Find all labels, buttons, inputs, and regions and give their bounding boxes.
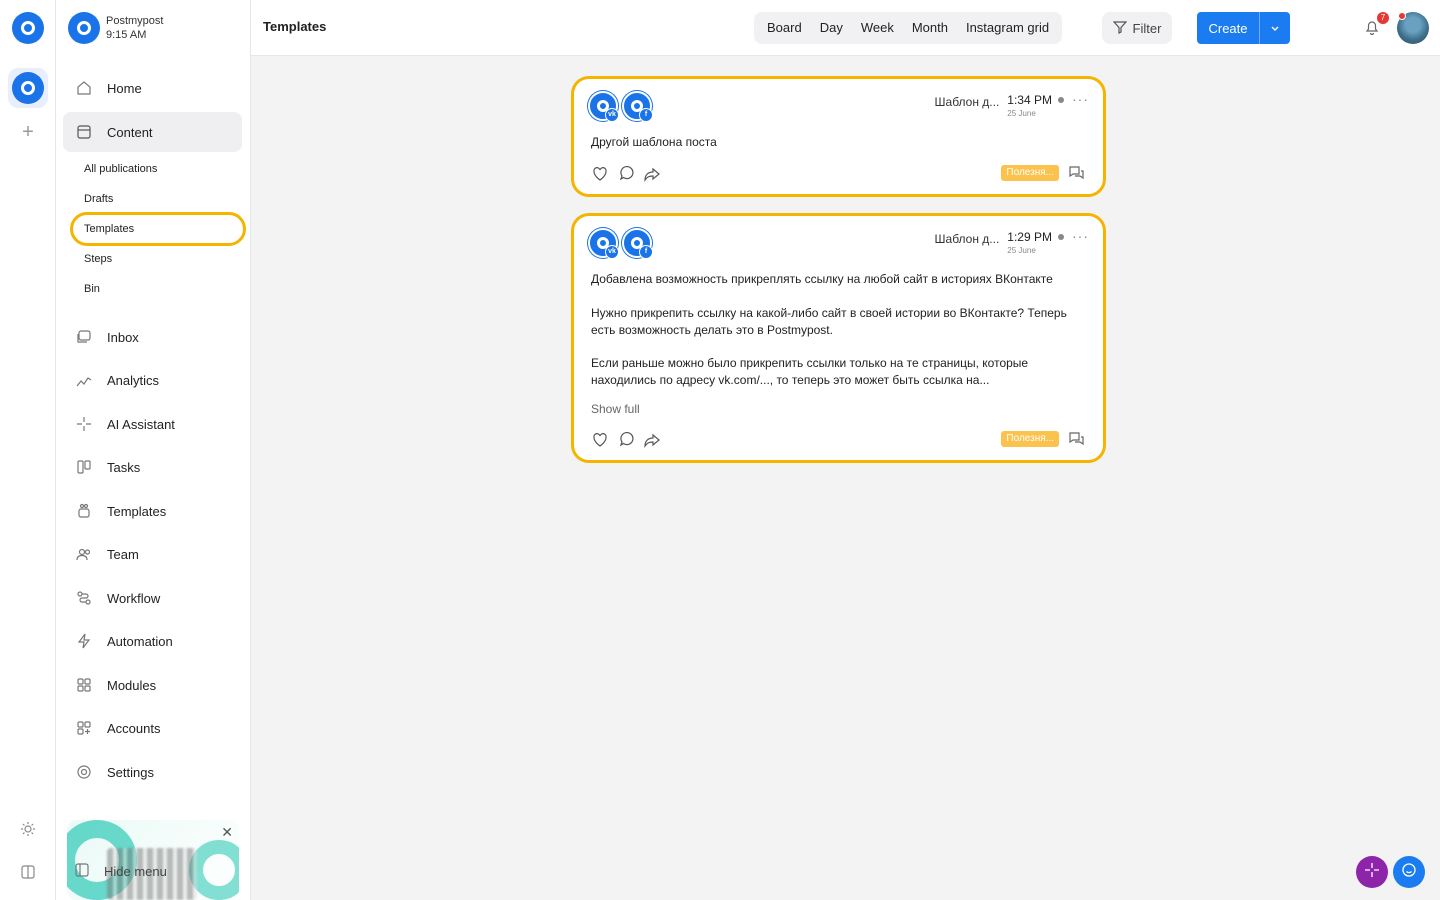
sparkle-icon	[75, 415, 93, 433]
workspace-header[interactable]: Postmypost 9:15 AM	[68, 12, 163, 44]
facebook-icon: f	[639, 108, 653, 122]
page-title: Templates	[263, 19, 327, 34]
sparkle-icon	[1364, 862, 1380, 883]
workspace-name: Postmypost	[106, 15, 164, 27]
theme-sun-icon[interactable]	[18, 819, 38, 839]
notification-badge: 7	[1377, 12, 1389, 24]
chevron-down-icon[interactable]	[1260, 23, 1290, 33]
accounts-icon	[75, 719, 93, 737]
filter-button[interactable]: Filter	[1102, 12, 1172, 44]
top-bar: Templates Board Day Week Month Instagram…	[251, 0, 1440, 56]
tab-month[interactable]: Month	[903, 12, 957, 44]
comments-icon[interactable]	[1069, 431, 1085, 447]
sub-item-bin[interactable]: Bin	[84, 281, 100, 297]
sidebar-item-settings[interactable]: Settings	[63, 752, 242, 792]
status-dot	[1058, 234, 1064, 240]
template-card[interactable]: vk f Шаблон д... 1:34 PM 25 June ··· Дру…	[571, 76, 1106, 197]
content-icon	[75, 123, 93, 141]
templates-icon	[75, 502, 93, 520]
promo-banner: ✕	[67, 820, 239, 900]
analytics-icon	[75, 371, 93, 389]
close-icon[interactable]: ✕	[221, 824, 233, 841]
sidebar-item-modules[interactable]: Modules	[63, 665, 242, 705]
account-avatar-vk: vk	[588, 228, 619, 259]
sidebar-item-content[interactable]: Content	[63, 112, 242, 152]
tab-board[interactable]: Board	[758, 12, 811, 44]
tab-week[interactable]: Week	[852, 12, 903, 44]
sidebar-item-tasks[interactable]: Tasks	[63, 447, 242, 487]
comment-icon[interactable]	[618, 166, 634, 182]
sub-item-templates[interactable]: Templates	[84, 221, 134, 237]
post-date: 25 June	[1007, 246, 1036, 255]
post-text-paragraph: Добавлена возможность прикреплять ссылку…	[591, 272, 1053, 286]
share-icon[interactable]	[644, 432, 660, 448]
show-full-link[interactable]: Show full	[591, 402, 640, 416]
hide-menu-button[interactable]: Hide menu	[74, 862, 167, 881]
inbox-icon	[75, 328, 93, 346]
sub-item-steps[interactable]: Steps	[84, 251, 112, 267]
add-workspace-icon[interactable]: +	[18, 120, 38, 144]
workspace-time: 9:15 AM	[106, 29, 147, 41]
post-date: 25 June	[1007, 109, 1036, 118]
facebook-icon: f	[639, 245, 653, 259]
category-tag[interactable]: Полезня...	[1001, 165, 1059, 181]
sidebar-item-ai-assistant[interactable]: AI Assistant	[63, 404, 242, 444]
sidebar-item-automation[interactable]: Automation	[63, 621, 242, 661]
sidebar-item-workflow[interactable]: Workflow	[63, 578, 242, 618]
template-card[interactable]: vk f Шаблон д... 1:29 PM 25 June ··· Доб…	[571, 213, 1106, 463]
filter-icon	[1112, 20, 1127, 37]
sidebar-item-accounts[interactable]: Accounts	[63, 708, 242, 748]
collapse-panel-icon[interactable]	[18, 862, 38, 882]
share-icon[interactable]	[644, 166, 660, 182]
like-icon[interactable]	[592, 166, 608, 182]
post-text: Другой шаблона поста	[591, 135, 717, 149]
sub-item-drafts[interactable]: Drafts	[84, 191, 113, 207]
sidebar-toggle-icon	[74, 862, 90, 881]
gear-icon	[75, 763, 93, 781]
tab-instagram-grid[interactable]: Instagram grid	[957, 12, 1058, 44]
team-icon	[75, 545, 93, 563]
sub-item-all-publications[interactable]: All publications	[84, 161, 157, 177]
more-icon[interactable]: ···	[1072, 91, 1089, 107]
ai-assistant-button[interactable]	[1356, 856, 1388, 888]
status-dot	[1058, 97, 1064, 103]
sidebar-item-team[interactable]: Team	[63, 534, 242, 574]
account-avatar-vk: vk	[588, 91, 619, 122]
category-tag[interactable]: Полезня...	[1001, 431, 1059, 447]
sidebar-item-analytics[interactable]: Analytics	[63, 360, 242, 400]
status-dot	[1398, 12, 1406, 20]
chat-icon	[1401, 862, 1417, 883]
sidebar-item-templates[interactable]: Templates	[63, 491, 242, 531]
vk-icon: vk	[605, 108, 619, 122]
template-name: Шаблон д...	[934, 232, 1000, 246]
like-icon[interactable]	[592, 432, 608, 448]
post-time: 1:34 PM	[1007, 93, 1052, 107]
tasks-icon	[75, 458, 93, 476]
account-avatar-facebook: f	[622, 228, 653, 259]
template-name: Шаблон д...	[934, 95, 1000, 109]
post-text-paragraph: Нужно прикрепить ссылку на какой-либо са…	[591, 306, 1067, 337]
sidebar-item-home[interactable]: Home	[63, 68, 242, 108]
tab-day[interactable]: Day	[811, 12, 852, 44]
home-icon	[75, 79, 93, 97]
workflow-icon	[75, 589, 93, 607]
vk-icon: vk	[605, 245, 619, 259]
workspace-logo	[68, 12, 100, 44]
support-chat-button[interactable]	[1393, 856, 1425, 888]
more-icon[interactable]: ···	[1072, 228, 1089, 244]
post-time: 1:29 PM	[1007, 230, 1052, 244]
comments-icon[interactable]	[1069, 165, 1085, 181]
app-logo[interactable]	[12, 12, 44, 44]
create-button[interactable]: Create	[1197, 12, 1290, 44]
workspace-rail: +	[0, 0, 56, 900]
lightning-icon	[75, 632, 93, 650]
post-text-paragraph: Если раньше можно было прикрепить ссылки…	[591, 356, 1029, 387]
workspace-switch-postmypost[interactable]	[8, 68, 48, 108]
sidebar-item-inbox[interactable]: Inbox	[63, 317, 242, 357]
sidebar: Postmypost 9:15 AM Home Content All publ…	[56, 0, 251, 900]
modules-icon	[75, 676, 93, 694]
comment-icon[interactable]	[618, 432, 634, 448]
view-switcher: Board Day Week Month Instagram grid	[754, 12, 1063, 44]
account-avatar-facebook: f	[622, 91, 653, 122]
